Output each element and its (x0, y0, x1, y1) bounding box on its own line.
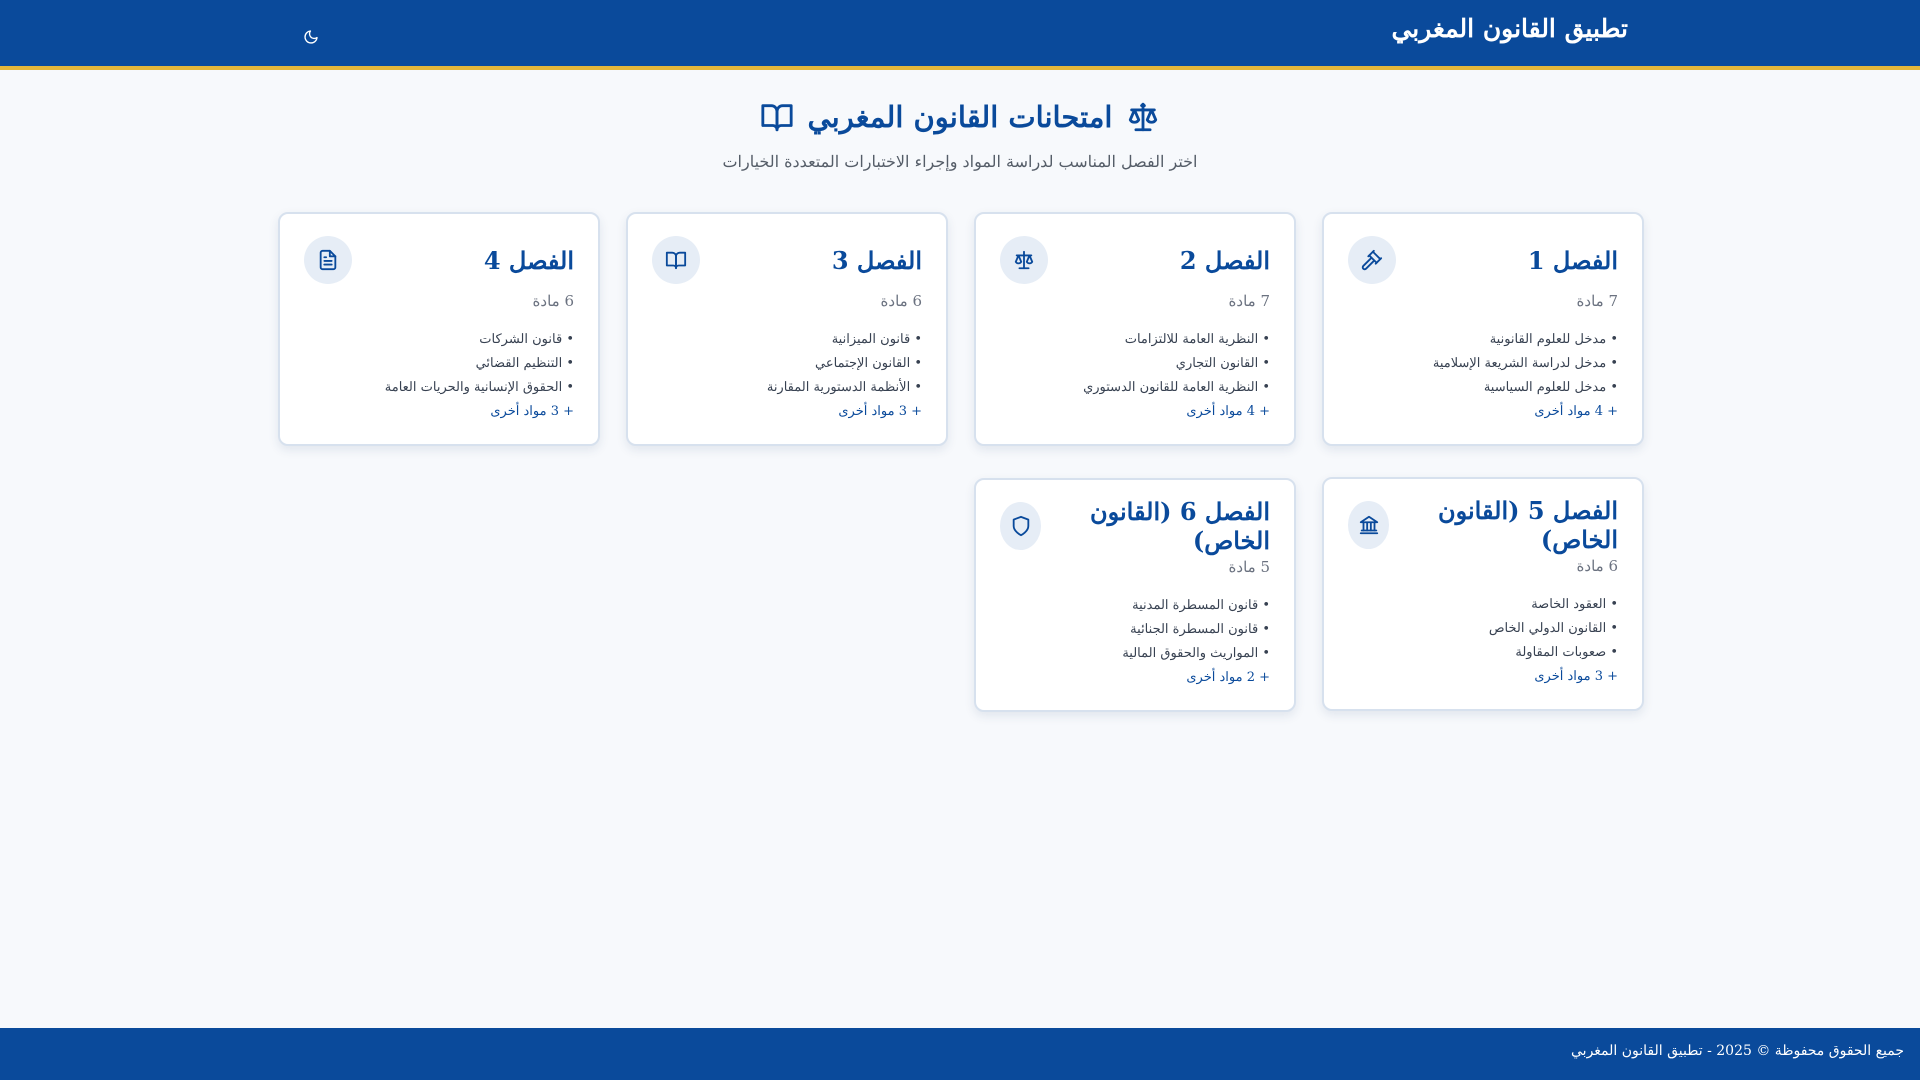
more-subjects-link[interactable]: + 3 مواد أخرى (652, 400, 922, 424)
footer-copyright: جميع الحقوق محفوظة © 2025 - تطبيق القانو… (1571, 1043, 1904, 1059)
shield-icon (1012, 515, 1029, 537)
card-icon-badge (1000, 236, 1048, 284)
list-item: • العقود الخاصة (1531, 597, 1618, 612)
top-navbar: تطبيق القانون المغربي (0, 0, 1920, 70)
moon-icon (304, 30, 318, 44)
card-icon-badge (1348, 236, 1396, 284)
list-item: • قانون الميزانية (831, 332, 922, 347)
subject-list: • مدخل للعلوم القانونية • مدخل لدراسة ال… (1348, 328, 1618, 400)
list-item: • مدخل لدراسة الشريعة الإسلامية (1432, 356, 1618, 371)
card-title: الفصل 5 (القانون الخاص) (1437, 496, 1618, 554)
subject-count: 6 مادة (532, 292, 574, 310)
bank-icon (1359, 515, 1378, 535)
list-item: • النظرية العامة للقانون الدستوري (1083, 380, 1270, 395)
semester-card-6[interactable]: الفصل 6 (القانون الخاص) 5 مادة • قانون ا… (974, 478, 1296, 712)
more-subjects-link[interactable]: + 3 مواد أخرى (304, 400, 574, 424)
semester-card-5[interactable]: الفصل 5 (القانون الخاص) 6 مادة • العقود … (1322, 477, 1644, 711)
semester-card-2[interactable]: الفصل 2 7 مادة • النظرية العامة للالتزام… (974, 212, 1296, 446)
app-title[interactable]: تطبيق القانون المغربي (1391, 14, 1628, 43)
page-title-row: امتحانات القانون المغربي (760, 100, 1161, 134)
list-item: • القانون التجاري (1175, 356, 1270, 371)
footer: جميع الحقوق محفوظة © 2025 - تطبيق القانو… (0, 1028, 1920, 1080)
scale-icon (1129, 102, 1158, 132)
list-item: • قانون المسطرة الجنائية (1130, 622, 1270, 637)
list-item: • الأنظمة الدستورية المقارنة (766, 380, 922, 395)
subject-count: 6 مادة (1576, 557, 1618, 575)
list-item: • النظرية العامة للالتزامات (1124, 332, 1270, 347)
card-title: الفصل 2 (1179, 245, 1270, 275)
subject-list: • قانون الشركات • التنظيم القضائي • الحق… (304, 328, 574, 400)
card-title: الفصل 4 (483, 245, 574, 275)
card-title: الفصل 1 (1527, 245, 1618, 275)
scale-icon (1014, 250, 1034, 270)
more-subjects-link[interactable]: + 4 مواد أخرى (1348, 400, 1618, 424)
open-book-icon (760, 104, 793, 132)
list-item: • قانون الشركات (479, 332, 574, 347)
page-title: امتحانات القانون المغربي (807, 100, 1113, 134)
list-item: • التنظيم القضائي (475, 356, 574, 371)
list-item: • القانون الإجتماعي (815, 356, 922, 371)
subject-count: 5 مادة (1228, 558, 1270, 576)
list-item: • مدخل للعلوم القانونية (1489, 332, 1618, 347)
card-title: الفصل 3 (831, 245, 922, 275)
more-subjects-link[interactable]: + 2 مواد أخرى (1000, 666, 1270, 690)
semester-card-4[interactable]: الفصل 4 6 مادة • قانون الشركات • التنظيم… (278, 212, 600, 446)
list-item: • مدخل للعلوم السياسية (1483, 380, 1618, 395)
list-item: • القانون الدولي الخاص (1488, 621, 1618, 636)
card-icon-badge (1000, 502, 1042, 550)
open-book-icon (665, 251, 687, 270)
list-item: • المواريث والحقوق المالية (1122, 646, 1270, 661)
theme-toggle-button[interactable] (296, 22, 326, 52)
list-item: • صعوبات المقاولة (1515, 645, 1618, 660)
subject-count: 6 مادة (880, 292, 922, 310)
subject-count: 7 مادة (1228, 292, 1270, 310)
semester-card-1[interactable]: الفصل 1 7 مادة • مدخل للعلوم القانونية •… (1322, 212, 1644, 446)
card-icon-badge (1348, 501, 1390, 549)
list-item: • الحقوق الإنسانية والحريات العامة (384, 380, 574, 395)
subject-list: • قانون الميزانية • القانون الإجتماعي • … (652, 328, 922, 400)
document-icon (319, 249, 337, 271)
page-header: امتحانات القانون المغربي اختر الفصل المن… (0, 100, 1920, 171)
gavel-icon (1361, 249, 1383, 271)
subject-list: • قانون المسطرة المدنية • قانون المسطرة … (1000, 594, 1270, 666)
subject-count: 7 مادة (1576, 292, 1618, 310)
card-icon-badge (304, 236, 352, 284)
subject-list: • النظرية العامة للالتزامات • القانون ال… (1000, 328, 1270, 400)
list-item: • قانون المسطرة المدنية (1132, 598, 1270, 613)
more-subjects-link[interactable]: + 4 مواد أخرى (1000, 400, 1270, 424)
page-subtitle: اختر الفصل المناسب لدراسة المواد وإجراء … (722, 152, 1198, 171)
subject-list: • العقود الخاصة • القانون الدولي الخاص •… (1348, 593, 1618, 665)
card-icon-badge (652, 236, 700, 284)
semester-card-3[interactable]: الفصل 3 6 مادة • قانون الميزانية • القان… (626, 212, 948, 446)
card-title: الفصل 6 (القانون الخاص) (1089, 497, 1270, 555)
more-subjects-link[interactable]: + 3 مواد أخرى (1348, 665, 1618, 689)
